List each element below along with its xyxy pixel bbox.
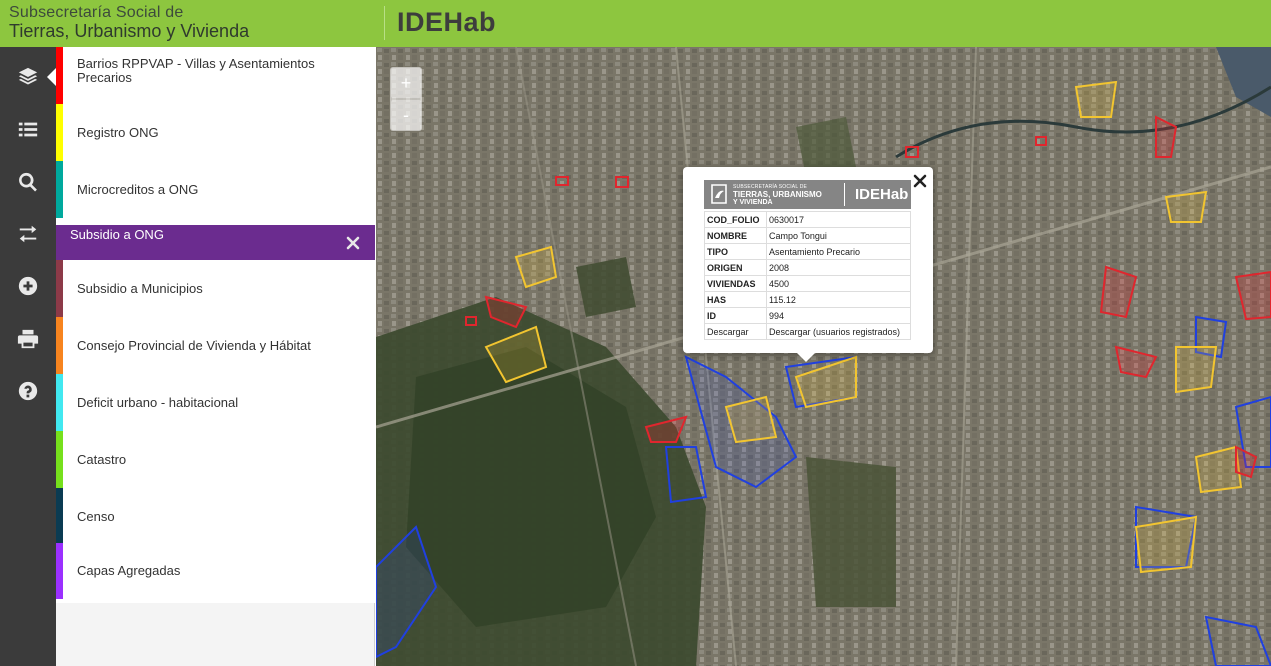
layer-item[interactable]: Registro ONG xyxy=(56,104,375,161)
layer-label: Capas Agregadas xyxy=(77,563,181,578)
zoom-in-button[interactable]: + xyxy=(391,68,421,98)
legend-list-button[interactable] xyxy=(0,104,56,156)
attribute-key: COD_FOLIO xyxy=(704,211,767,228)
attribute-value: 994 xyxy=(766,307,911,324)
close-icon[interactable] xyxy=(912,173,928,189)
zoom-control: + - xyxy=(390,67,422,131)
transfer-button[interactable] xyxy=(0,208,56,260)
layer-label: Subsidio a Municipios xyxy=(77,280,203,296)
popup-logo-line2: TIERRAS, URBANISMO xyxy=(733,190,822,199)
layer-list: Barrios RPPVAP - Villas y Asentamientos … xyxy=(56,47,375,603)
map-imagery xyxy=(376,47,1271,666)
attribute-value: 4500 xyxy=(766,275,911,292)
swap-arrows-icon xyxy=(19,225,37,243)
org-name-line1: Subsecretaría Social de xyxy=(9,4,184,21)
attribute-row: VIVIENDAS 4500 xyxy=(704,275,911,292)
close-icon[interactable] xyxy=(345,235,361,251)
attribute-value: 2008 xyxy=(766,259,911,276)
attribute-key: VIVIENDAS xyxy=(704,275,767,292)
layer-item[interactable]: Subsidio a Municipios xyxy=(56,260,375,317)
print-button[interactable] xyxy=(0,313,56,365)
layer-label: Subsidio a ONG xyxy=(70,227,164,242)
zoom-out-button[interactable]: - xyxy=(391,100,421,130)
header-divider xyxy=(384,6,385,40)
attribute-value: Asentamiento Precario xyxy=(766,243,911,260)
layer-label: Barrios RPPVAP - Villas y Asentamientos … xyxy=(77,56,315,85)
layer-color-stripe xyxy=(56,104,63,161)
layer-item[interactable]: Censo xyxy=(56,488,375,545)
layer-item[interactable]: Consejo Provincial de Vivienda y Hábitat xyxy=(56,317,375,374)
download-row: Descargar Descargar (usuarios registrados… xyxy=(704,323,911,340)
layer-label: Deficit urbano - habitacional xyxy=(77,394,239,410)
download-link[interactable]: Descargar (usuarios registrados) xyxy=(766,323,911,340)
layer-color-stripe xyxy=(56,260,63,317)
attribute-row: ID 994 xyxy=(704,307,911,324)
search-icon xyxy=(19,172,37,192)
plus-circle-icon xyxy=(18,276,38,296)
layer-color-stripe xyxy=(56,488,63,545)
attribute-key: ID xyxy=(704,307,767,324)
app-root: Subsecretaría Social de Tierras, Urbanis… xyxy=(0,0,1271,666)
layer-label: Microcreditos a ONG xyxy=(77,181,199,197)
tool-rail xyxy=(0,47,56,666)
active-rail-pointer xyxy=(47,68,56,86)
popup-logo-app: IDEHab xyxy=(855,186,909,203)
layer-color-stripe xyxy=(56,431,63,488)
layer-color-stripe xyxy=(56,47,63,104)
layer-item[interactable]: Barrios RPPVAP - Villas y Asentamientos … xyxy=(56,47,375,104)
app-header: Subsecretaría Social de Tierras, Urbanis… xyxy=(0,0,1271,47)
layer-color-stripe xyxy=(56,317,63,374)
layer-item[interactable]: Subsidio a ONG xyxy=(56,225,375,260)
search-button[interactable] xyxy=(0,156,56,208)
list-icon xyxy=(18,122,38,137)
popup-logo-banner: SUBSECRETARÍA SOCIAL DE TIERRAS, URBANIS… xyxy=(704,180,911,209)
org-name-line2: Tierras, Urbanismo y Vivienda xyxy=(9,21,250,41)
download-key: Descargar xyxy=(704,323,767,340)
layer-item[interactable]: Microcreditos a ONG xyxy=(56,161,375,218)
layer-item[interactable]: Catastro xyxy=(56,431,375,488)
layer-label: Catastro xyxy=(77,451,127,467)
layers-icon xyxy=(18,67,38,85)
help-button[interactable] xyxy=(0,365,56,417)
layer-color-stripe xyxy=(56,374,63,431)
org-emblem-icon xyxy=(711,184,727,204)
attribute-key: HAS xyxy=(704,291,767,308)
satellite-map[interactable]: + - xyxy=(376,47,1271,666)
feature-attribute-table: COD_FOLIO 0630017 NOMBRE Campo Tongui TIPO As… xyxy=(704,211,911,340)
attribute-value: 0630017 xyxy=(766,211,911,228)
print-icon xyxy=(17,329,39,349)
attribute-value: 115.12 xyxy=(766,291,911,308)
feature-popup: SUBSECRETARÍA SOCIAL DE TIERRAS, URBANIS… xyxy=(683,167,933,362)
attribute-row: COD_FOLIO 0630017 xyxy=(704,211,911,228)
attribute-row: HAS 115.12 xyxy=(704,291,911,308)
attribute-row: ORIGEN 2008 xyxy=(704,259,911,276)
layer-panel: Barrios RPPVAP - Villas y Asentamientos … xyxy=(56,47,375,666)
attribute-row: NOMBRE Campo Tongui xyxy=(704,227,911,244)
attribute-key: NOMBRE xyxy=(704,227,767,244)
layer-color-stripe xyxy=(56,543,63,599)
attribute-value: Campo Tongui xyxy=(766,227,911,244)
popup-logo-divider xyxy=(844,183,845,206)
layer-label: Registro ONG xyxy=(77,124,159,140)
popup-logo-line3: Y VIVIENDA xyxy=(733,199,773,206)
add-layer-button[interactable] xyxy=(0,260,56,312)
attribute-key: TIPO xyxy=(704,243,767,260)
attribute-row: TIPO Asentamiento Precario xyxy=(704,243,911,260)
help-icon xyxy=(18,381,38,401)
layer-item[interactable]: Deficit urbano - habitacional xyxy=(56,374,375,431)
layer-color-stripe xyxy=(56,161,63,218)
layer-item[interactable]: Capas Agregadas xyxy=(56,543,375,599)
layer-label: Consejo Provincial de Vivienda y Hábitat xyxy=(77,337,311,353)
app-title: IDEHab xyxy=(397,7,497,37)
layer-label: Censo xyxy=(77,508,115,524)
attribute-key: ORIGEN xyxy=(704,259,767,276)
